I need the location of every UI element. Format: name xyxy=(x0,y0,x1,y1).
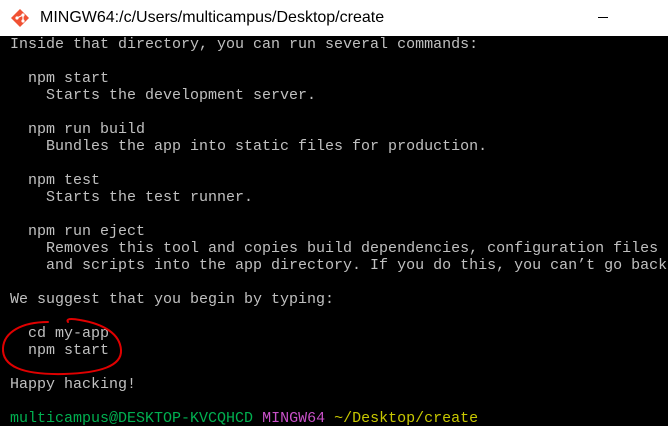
terminal-line: npm run build xyxy=(10,121,146,138)
terminal-line: npm test xyxy=(10,172,101,189)
terminal-line: Inside that directory, you can run sever… xyxy=(10,36,479,53)
minimize-icon xyxy=(598,17,608,18)
shell-prompt: multicampus@DESKTOP-KVCQHCD MINGW64 ~/De… xyxy=(10,410,478,426)
terminal-line: npm start xyxy=(10,342,110,359)
terminal-line: and scripts into the app directory. If y… xyxy=(10,257,668,274)
prompt-shell: MINGW64 xyxy=(262,410,326,426)
terminal-window: MINGW64:/c/Users/multicampus/Desktop/cre… xyxy=(0,0,668,426)
prompt-path: ~/Desktop/create xyxy=(334,410,479,426)
terminal-line: Removes this tool and copies build depen… xyxy=(10,240,659,257)
terminal-line: npm start xyxy=(10,70,110,87)
window-title: MINGW64:/c/Users/multicampus/Desktop/cre… xyxy=(40,9,385,26)
prompt-user-host: multicampus@DESKTOP-KVCQHCD xyxy=(10,410,254,426)
git-bash-icon xyxy=(11,9,29,27)
terminal-line: Starts the test runner. xyxy=(10,189,254,206)
terminal-line: We suggest that you begin by typing: xyxy=(10,291,335,308)
terminal-output[interactable]: Inside that directory, you can run sever… xyxy=(0,36,668,426)
terminal-line: Bundles the app into static files for pr… xyxy=(10,138,488,155)
title-bar[interactable]: MINGW64:/c/Users/multicampus/Desktop/cre… xyxy=(0,0,668,36)
terminal-line: Happy hacking! xyxy=(10,376,137,393)
terminal-line: cd my-app xyxy=(10,325,110,342)
terminal-line: Starts the development server. xyxy=(10,87,317,104)
terminal-line: npm run eject xyxy=(10,223,146,240)
minimize-button[interactable] xyxy=(580,0,626,36)
